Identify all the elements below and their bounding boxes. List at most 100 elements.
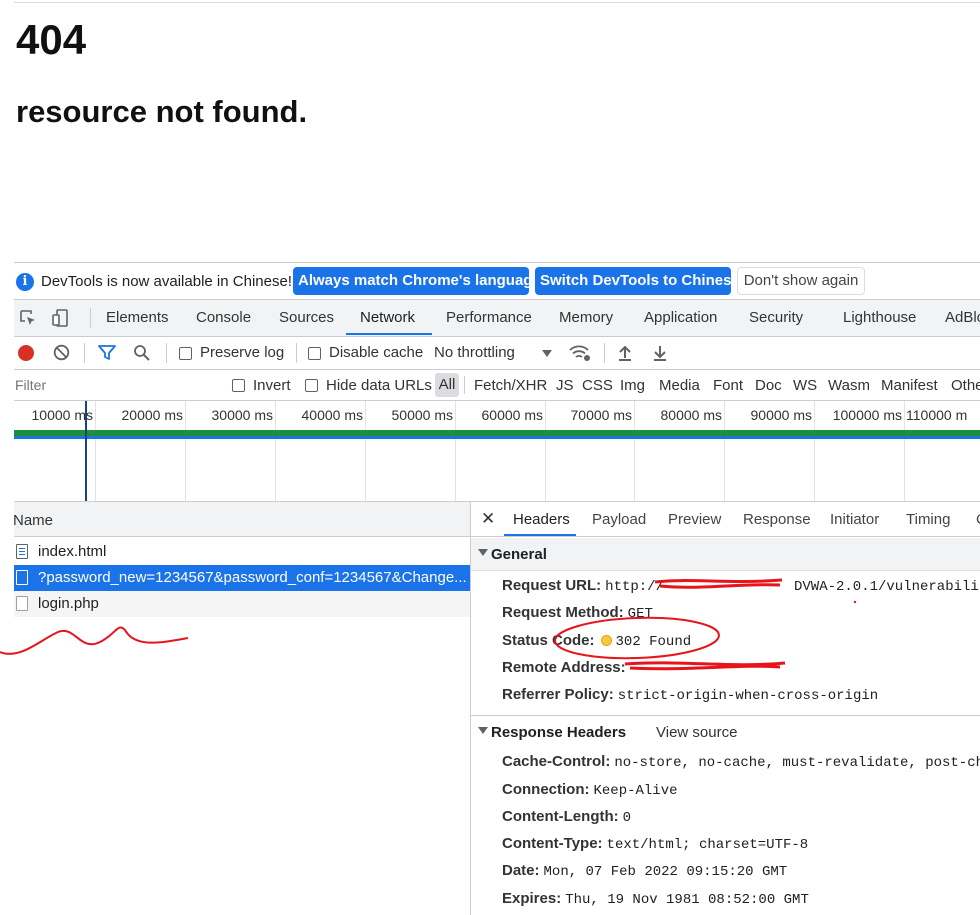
filter-type-css[interactable]: CSS <box>582 377 613 394</box>
header-value: text/html; charset=UTF-8 <box>606 837 809 853</box>
filter-type-js[interactable]: JS <box>556 377 574 394</box>
switch-devtools-chinese-button[interactable]: Switch DevTools to Chinese <box>535 267 740 295</box>
remote-address-row: Remote Address: <box>502 659 630 677</box>
filter-type-fetch-xhr[interactable]: Fetch/XHR <box>474 377 547 394</box>
timeline-tick-label: 30000 ms <box>211 407 273 423</box>
active-detail-tab-indicator <box>504 534 576 536</box>
tab-memory[interactable]: Memory <box>559 309 613 326</box>
header-key: Date: <box>502 862 540 879</box>
request-name: ?password_new=1234567&password_conf=1234… <box>38 569 467 586</box>
devtools-tab-bar: Elements Console Sources Network Perform… <box>14 300 980 337</box>
grid-line <box>185 401 186 501</box>
filter-icon[interactable] <box>98 345 116 361</box>
filter-type-manifest[interactable]: Manifest <box>881 377 938 394</box>
network-toolbar: Preserve log Disable cache No throttling <box>14 337 980 370</box>
preserve-log-checkbox[interactable] <box>179 347 192 360</box>
close-icon[interactable]: ✕ <box>481 509 495 529</box>
filter-type-all[interactable]: All <box>435 373 459 397</box>
content-type-row: Content-Type: text/html; charset=UTF-8 <box>502 835 808 853</box>
tab-performance[interactable]: Performance <box>446 309 532 326</box>
header-key: Content-Type: <box>502 835 603 852</box>
tab-timing[interactable]: Timing <box>906 511 950 528</box>
filter-divider <box>464 376 465 394</box>
header-value: 302 Found <box>615 634 692 650</box>
tab-security[interactable]: Security <box>749 309 803 326</box>
header-key: Remote Address: <box>502 659 626 676</box>
view-source-link[interactable]: View source <box>656 724 737 741</box>
grid-line <box>275 401 276 501</box>
dont-show-again-button[interactable]: Don't show again <box>737 267 865 295</box>
header-value: no-store, no-cache, must-revalidate, pos… <box>614 755 980 771</box>
tab-console[interactable]: Console <box>196 309 251 326</box>
throttling-select[interactable]: No throttling <box>434 344 515 361</box>
tab-headers[interactable]: Headers <box>513 511 570 528</box>
request-list-header: Name <box>14 502 470 537</box>
tab-cookies[interactable]: C <box>976 511 980 528</box>
tab-preview[interactable]: Preview <box>668 511 721 528</box>
filter-type-img[interactable]: Img <box>620 377 645 394</box>
tab-response[interactable]: Response <box>743 511 811 528</box>
tab-adblock[interactable]: AdBlo <box>945 309 980 326</box>
response-headers-section-header[interactable]: Response Headers View source <box>471 716 980 748</box>
always-match-language-button[interactable]: Always match Chrome's language <box>293 267 541 295</box>
invert-label: Invert <box>253 377 291 394</box>
referrer-policy-row: Referrer Policy: strict-origin-when-cross… <box>502 686 878 704</box>
header-key: Expires: <box>502 890 562 907</box>
filter-type-ws[interactable]: WS <box>793 377 817 394</box>
filter-type-wasm[interactable]: Wasm <box>828 377 870 394</box>
cache-control-row: Cache-Control: no-store, no-cache, must-r… <box>502 753 980 771</box>
grid-line <box>365 401 366 501</box>
inspect-element-icon[interactable] <box>19 309 37 327</box>
disable-cache-checkbox[interactable] <box>308 347 321 360</box>
hide-data-urls-checkbox[interactable] <box>305 379 318 392</box>
tab-lighthouse[interactable]: Lighthouse <box>843 309 916 326</box>
filter-type-doc[interactable]: Doc <box>755 377 782 394</box>
tab-application[interactable]: Application <box>644 309 717 326</box>
filter-type-font[interactable]: Font <box>713 377 743 394</box>
header-key: Cache-Control: <box>502 753 611 770</box>
error-message-heading: resource not found. <box>16 94 308 129</box>
header-value: 0 <box>622 810 632 826</box>
content-length-row: Content-Length: 0 <box>502 808 631 826</box>
tab-network[interactable]: Network <box>360 309 415 326</box>
page-top-border <box>14 2 980 3</box>
general-section-header[interactable]: General <box>471 538 980 571</box>
header-value: Keep-Alive <box>593 783 678 799</box>
device-toolbar-icon[interactable] <box>52 309 70 327</box>
grid-line <box>904 401 905 501</box>
chevron-down-icon[interactable] <box>542 350 552 357</box>
timeline-tick-label: 110000 m <box>906 407 968 423</box>
network-conditions-icon[interactable] <box>569 344 591 362</box>
timeline-tick-label: 10000 ms <box>31 407 93 423</box>
name-column-header[interactable]: Name <box>14 512 53 529</box>
request-row[interactable]: index.html <box>14 539 470 565</box>
invert-checkbox[interactable] <box>232 379 245 392</box>
tab-initiator[interactable]: Initiator <box>830 511 879 528</box>
toolbar-divider <box>90 308 91 328</box>
export-har-icon[interactable] <box>652 344 668 362</box>
request-list: Name index.html ?password_new=1234567&pa… <box>14 502 471 915</box>
filter-type-other[interactable]: Othe <box>951 377 980 394</box>
tab-sources[interactable]: Sources <box>279 309 334 326</box>
import-har-icon[interactable] <box>617 344 633 362</box>
header-value: DVWA-2.0.1/vulnerabiliti <box>793 579 980 595</box>
file-icon <box>16 596 28 611</box>
clear-icon[interactable] <box>53 344 70 361</box>
search-icon[interactable] <box>133 344 151 362</box>
tab-elements[interactable]: Elements <box>106 309 169 326</box>
grid-line <box>724 401 725 501</box>
network-overview-timeline[interactable]: 10000 ms 20000 ms 30000 ms 40000 ms 5000… <box>14 401 980 502</box>
disable-cache-label: Disable cache <box>329 344 424 361</box>
request-row-selected[interactable]: ?password_new=1234567&password_conf=1234… <box>14 565 470 591</box>
timeline-tick-label: 20000 ms <box>121 407 183 423</box>
filter-input[interactable] <box>14 374 214 396</box>
tab-payload[interactable]: Payload <box>592 511 646 528</box>
grid-line <box>634 401 635 501</box>
filter-type-media[interactable]: Media <box>659 377 700 394</box>
status-code-row: Status Code: 302 Found <box>502 632 691 650</box>
record-icon[interactable] <box>18 345 34 361</box>
header-key: Status Code: <box>502 632 595 649</box>
document-icon <box>16 570 28 585</box>
expand-triangle-icon <box>478 727 488 734</box>
request-row[interactable]: login.php <box>14 591 470 617</box>
